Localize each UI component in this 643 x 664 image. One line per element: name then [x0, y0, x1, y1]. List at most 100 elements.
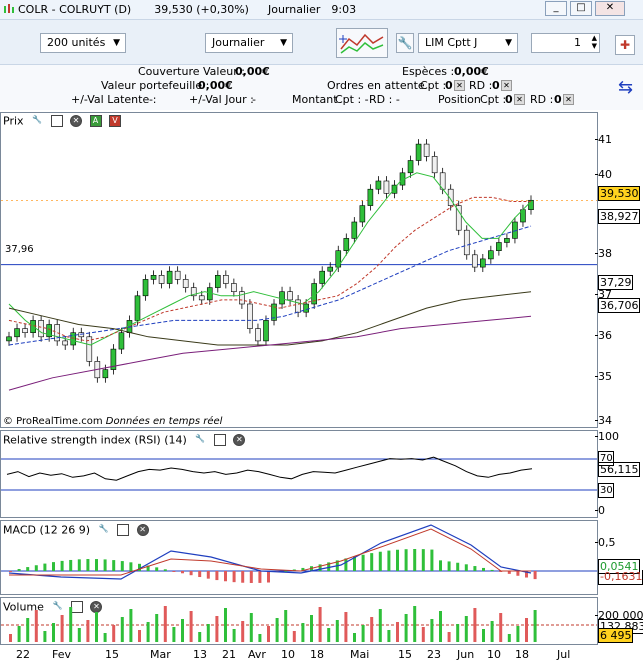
x-tick: 18 [310, 648, 324, 661]
candle-body [319, 270, 326, 284]
candle-body [504, 238, 510, 243]
volume-bar [533, 610, 537, 642]
volume-bar [318, 607, 322, 642]
volume-bar [9, 634, 12, 642]
macd-histogram-bar [241, 571, 245, 583]
maximize-button[interactable]: □ [570, 1, 592, 16]
rsi-panel[interactable]: Relative strength index (RSI) (14) 🔧 ✕ [0, 430, 598, 518]
volume-chart[interactable] [1, 598, 597, 644]
ordres-cpt-value: 0 [445, 79, 453, 92]
macd-histogram-bar [155, 567, 159, 571]
macd-histogram-bar [473, 566, 477, 571]
rsi-line [6, 456, 533, 481]
macd-histogram-bar [456, 562, 460, 571]
x-tick: 22 [16, 648, 30, 661]
minimize-button[interactable]: _ [545, 1, 567, 16]
quantity-stepper[interactable]: 1 ▲ ▼ [531, 33, 600, 53]
x-tick: 18 [515, 648, 529, 661]
volume-bar [387, 630, 391, 642]
volume-panel[interactable]: Volume 🔧 ✕ [0, 597, 598, 645]
volume-bar [361, 625, 365, 642]
ordres-rd-label: RD : [469, 79, 493, 92]
macd-histogram-bar [198, 571, 202, 578]
macd-panel[interactable]: MACD (12 26 9) 🔧 ✕ [0, 520, 598, 595]
stepper-arrows-icon[interactable]: ▲ ▼ [592, 34, 597, 50]
credit-brand: © ProRealTime.com [3, 416, 103, 427]
units-select[interactable]: 200 unités ▼ [40, 33, 126, 53]
volume-bar [215, 616, 219, 642]
candle-body [367, 188, 374, 206]
macd-histogram-bar [430, 549, 434, 571]
candle-body [463, 229, 470, 256]
position-cpt-close-icon[interactable]: ✕ [514, 94, 525, 105]
period-select[interactable]: Journalier ▼ [205, 33, 293, 53]
macd-histogram-bar [370, 553, 374, 571]
volume-bar [310, 615, 313, 642]
volume-bar [120, 617, 124, 642]
val-latente-label: +/-Val Latente : [71, 93, 157, 106]
volume-bar [112, 625, 116, 642]
candle-body [295, 299, 301, 313]
couverture-label: Couverture Valeur : [138, 65, 245, 78]
candle-body [480, 258, 486, 268]
volume-bar [232, 629, 236, 642]
candle-body [215, 275, 221, 288]
volume-bar [464, 616, 468, 642]
candle-body [54, 324, 60, 342]
x-tick: Jul [557, 648, 571, 661]
volume-bar [525, 618, 528, 642]
order-type-select[interactable]: LIM Cptt J ▼ [418, 33, 518, 53]
candle-body [303, 303, 309, 313]
candle-body [263, 320, 269, 342]
ordres-cpt-close-icon[interactable]: ✕ [454, 80, 465, 91]
candle-body [415, 143, 422, 161]
macd-histogram-bar [533, 571, 537, 580]
volume-bar [284, 610, 288, 642]
macd-histogram-bar [60, 560, 64, 571]
ma-blue-line [8, 225, 532, 346]
chart-window: COLR - COLRUYT (D) 39,530 (+0,30%) Journ… [0, 0, 643, 664]
volume-bar [430, 619, 434, 642]
volume-bar [404, 614, 408, 642]
ordres-rd-close-icon[interactable]: ✕ [501, 80, 512, 91]
macd-chart[interactable] [1, 521, 597, 594]
volume-bar [17, 626, 21, 642]
price-panel[interactable]: Prix 🔧 ✕ A V 37,96 © ProRealTime.com Don… [0, 112, 598, 428]
macd-histogram-bar [52, 562, 55, 571]
indicators-button[interactable] [336, 28, 388, 58]
order-icon: ✚ [619, 38, 631, 52]
candle-body [431, 156, 438, 174]
position-rd-close-icon[interactable]: ✕ [563, 94, 574, 105]
volume-bar [516, 626, 520, 642]
rsi-value-box: 56,115 [598, 462, 640, 477]
x-tick: Jun [457, 648, 475, 661]
x-tick: 10 [487, 648, 501, 661]
volume-bar [258, 634, 262, 642]
rsi-chart[interactable] [1, 431, 597, 517]
order-settings-button[interactable]: 🔧 [396, 33, 414, 53]
close-button[interactable]: ✕ [595, 1, 625, 16]
period-title: Journalier [267, 3, 321, 16]
volume-bar [275, 618, 279, 642]
macd-histogram-bar [95, 559, 98, 571]
refresh-arrows-icon[interactable]: ⇆ [618, 77, 633, 98]
volume-bar [60, 615, 64, 642]
price-tick: 41 [595, 133, 612, 146]
volume-bar [146, 622, 150, 642]
add-order-button[interactable]: ✚ [615, 35, 635, 55]
volume-bar [198, 632, 202, 642]
price-y-axis: 41 40 38 37 36 35 34 [595, 112, 643, 428]
macd-tick: 0,5 [595, 536, 616, 549]
volume-bar [473, 608, 477, 642]
val-latente-value: - [149, 93, 153, 106]
volume-bar [206, 624, 210, 642]
position-label: Position [438, 93, 481, 106]
quote-time: 9:03 [331, 3, 357, 16]
macd-histogram-bar [34, 565, 38, 571]
ma-mid-line [8, 196, 531, 342]
price-chart[interactable] [1, 113, 597, 427]
macd-histogram-bar [172, 571, 176, 572]
toolbar: 200 unités ▼ Journalier ▼ 🔧 LIM Cptt J ▼… [0, 20, 643, 65]
volume-bar [52, 623, 55, 642]
last-price-box: 39,530 [598, 186, 640, 201]
